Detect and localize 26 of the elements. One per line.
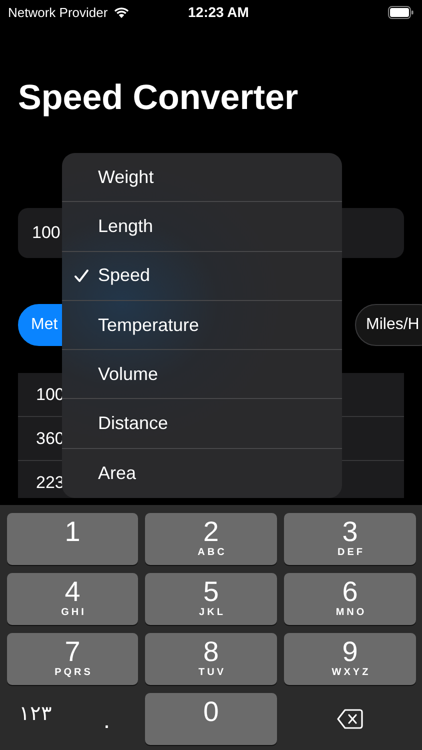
digit-key[interactable]: 6 MNO [284, 573, 416, 625]
menu-item[interactable]: Length [62, 202, 342, 252]
digit-key[interactable]: 1 [7, 513, 138, 565]
wifi-icon [112, 6, 130, 18]
page-title: Speed Converter [18, 78, 298, 118]
clock-time: 12:23 AM [187, 4, 250, 20]
menu-item[interactable]: Weight [62, 153, 342, 202]
digit-key[interactable]: 5 JKL [145, 573, 277, 625]
battery-icon [388, 6, 414, 18]
menu-item[interactable]: Volume [62, 350, 342, 400]
unit-chip[interactable]: Miles/H [355, 304, 422, 346]
menu-item[interactable]: Distance [62, 399, 342, 449]
menu-item[interactable]: Speed [62, 252, 342, 301]
decimal-key[interactable]: . [95, 693, 138, 745]
menu-item[interactable]: Area [62, 448, 342, 498]
menu-item[interactable]: Temperature [62, 300, 342, 350]
digit-key[interactable]: 9 WXYZ [284, 633, 416, 685]
digit-key[interactable]: 0 [145, 693, 277, 745]
numerals-key[interactable]: ۱۲۳ [7, 693, 64, 745]
digit-key[interactable]: 3 DEF [284, 513, 416, 565]
digit-key[interactable]: 8 TUV [145, 633, 277, 685]
digit-key[interactable]: 4 GHI [7, 573, 138, 625]
carrier-name: Network Provider [8, 4, 108, 20]
digit-key[interactable]: 7 PQRS [7, 633, 138, 685]
backspace-icon [337, 709, 363, 729]
digit-key[interactable]: 2 ABC [145, 513, 277, 565]
